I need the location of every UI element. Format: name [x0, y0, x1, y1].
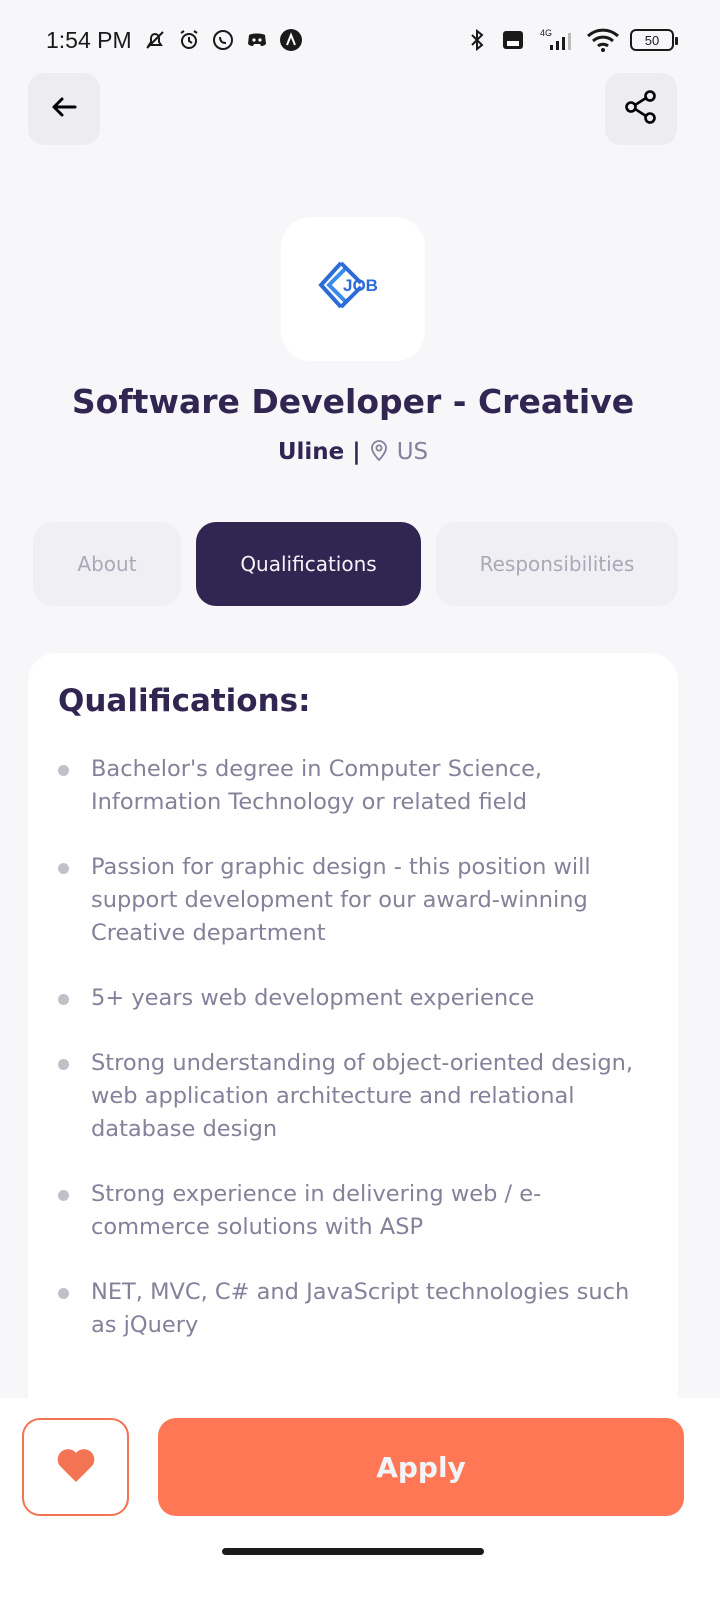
tab-responsibilities[interactable]: Responsibilities — [436, 522, 678, 606]
apply-button[interactable]: Apply — [158, 1418, 684, 1516]
qualification-text: Strong experience in delivering web / e-… — [91, 1181, 542, 1240]
bluetooth-icon — [464, 27, 490, 53]
qualifications-card: Qualifications: Bachelor's degree in Com… — [28, 653, 678, 1413]
share-button[interactable] — [605, 73, 677, 145]
bullet-icon — [58, 1059, 69, 1070]
volte-icon — [500, 27, 526, 53]
alarm-icon — [176, 27, 202, 53]
share-icon — [622, 88, 660, 130]
qualification-text: 5+ years web development experience — [91, 985, 535, 1011]
qualification-text: Bachelor's degree in Computer Science, I… — [91, 756, 543, 815]
tab-about[interactable]: About — [33, 522, 181, 606]
back-button[interactable] — [28, 73, 100, 145]
signal-icon: 4G — [536, 27, 576, 53]
qualification-text: Strong understanding of object-oriented … — [91, 1050, 634, 1142]
company-logo: JOB — [281, 217, 425, 361]
job-location: US — [396, 439, 429, 465]
list-item: Strong experience in delivering web / e-… — [58, 1178, 648, 1244]
logo-text: JOB — [343, 276, 378, 295]
whatsapp-icon — [210, 27, 236, 53]
job-logo-icon: JOB — [318, 261, 378, 309]
list-item: Passion for graphic design - this positi… — [58, 851, 648, 950]
tab-qualifications[interactable]: Qualifications — [196, 522, 421, 606]
bullet-icon — [58, 1190, 69, 1201]
company-separator: | — [352, 439, 361, 465]
arrow-left-icon — [48, 91, 80, 127]
list-item: 5+ years web development experience — [58, 982, 648, 1015]
bullet-icon — [58, 1288, 69, 1299]
heart-icon — [55, 1446, 97, 1488]
wifi-icon — [586, 27, 620, 53]
bullet-icon — [58, 994, 69, 1005]
battery-indicator: 50 — [630, 29, 678, 51]
list-item: Bachelor's degree in Computer Science, I… — [58, 753, 648, 819]
bullet-icon — [58, 863, 69, 874]
status-left: 1:54 PM — [46, 27, 304, 54]
home-indicator[interactable] — [222, 1548, 484, 1555]
favorite-button[interactable] — [22, 1418, 129, 1516]
status-time: 1:54 PM — [46, 26, 132, 53]
bullet-icon — [58, 765, 69, 776]
location-icon — [369, 438, 389, 466]
status-right: 4G 50 — [464, 27, 678, 53]
qualifications-heading: Qualifications: — [58, 683, 311, 719]
app-icon — [278, 27, 304, 53]
company-name: Uline — [277, 439, 345, 465]
job-title: Software Developer - Creative — [71, 382, 635, 421]
footer-bar: Apply — [0, 1398, 720, 1600]
network-label: 4G — [540, 28, 552, 38]
qualifications-list: Bachelor's degree in Computer Science, I… — [58, 753, 648, 1342]
mute-icon — [142, 27, 168, 53]
status-bar: 1:54 PM 4G 50 — [0, 0, 720, 80]
qualification-text: NET, MVC, C# and JavaScript technologies… — [91, 1279, 630, 1338]
discord-icon — [244, 27, 270, 53]
list-item: NET, MVC, C# and JavaScript technologies… — [58, 1276, 648, 1342]
qualification-text: Passion for graphic design - this positi… — [91, 854, 591, 946]
notification-icons — [142, 27, 304, 53]
company-row: Uline | US — [0, 438, 706, 466]
list-item: Strong understanding of object-oriented … — [58, 1047, 648, 1146]
